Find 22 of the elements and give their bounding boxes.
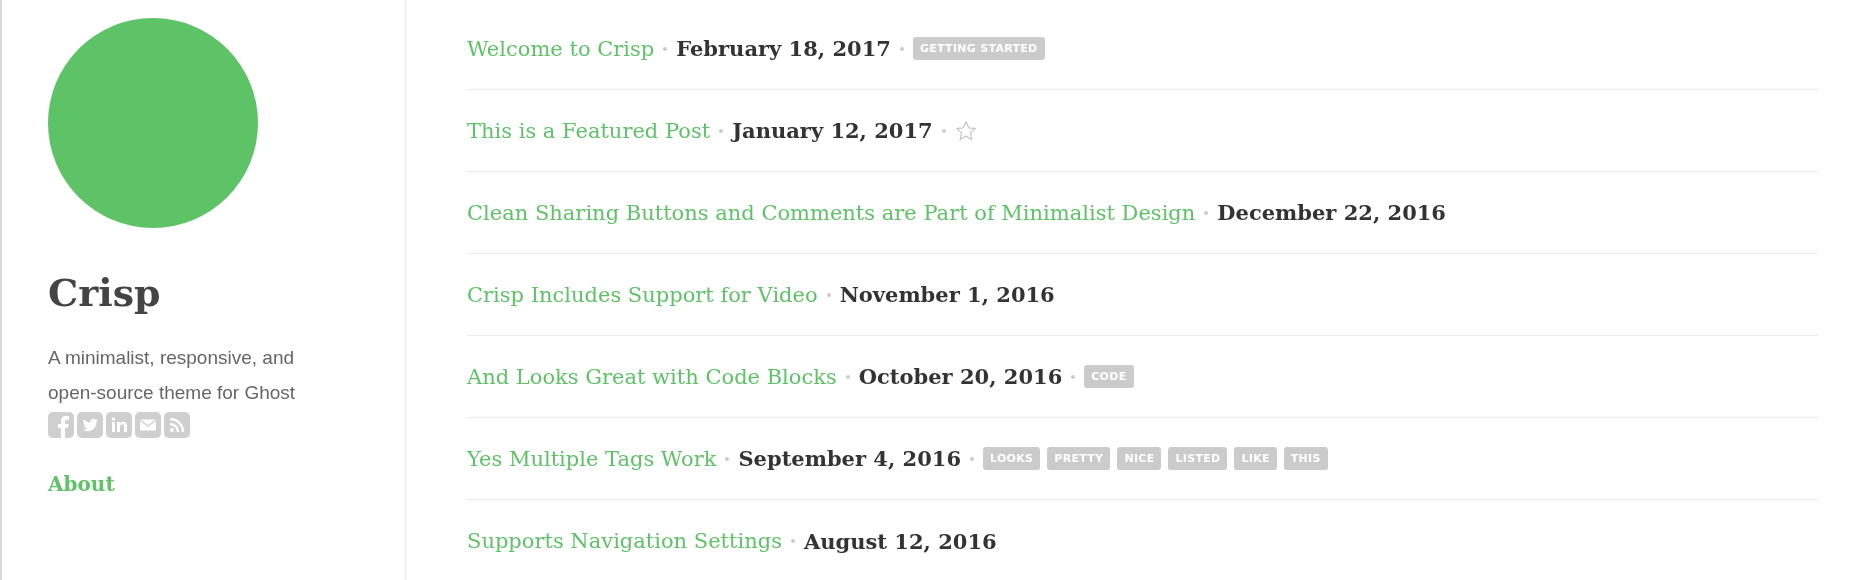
post-title-link[interactable]: Supports Navigation Settings [467,529,782,553]
site-description: A minimalist, responsive, and open-source theme for Ghost [48,345,297,405]
post-title-link[interactable]: Clean Sharing Buttons and Comments are Part of Minimalist Design [467,200,1196,225]
post-title-link[interactable]: Yes Multiple Tags Work [467,446,717,471]
post-date: December 22, 2016 [1217,200,1446,225]
letter-f-icon[interactable] [48,411,74,438]
post-date: August 12, 2016 [803,528,997,554]
post-date: February 18, 2017 [676,36,891,61]
nav-link[interactable]: About [48,471,115,496]
post-date: January 12, 2017 [732,118,933,143]
bird-icon[interactable] [77,411,103,438]
post-title-link[interactable]: Crisp Includes Support for Video [467,282,818,307]
post-title-link[interactable]: And Looks Great with Code Blocks [467,364,837,389]
in-icon[interactable] [106,411,132,438]
envelope-icon[interactable] [135,411,161,438]
post-title-link[interactable]: Welcome to Crisp [467,36,655,61]
post-date: September 4, 2016 [738,446,962,471]
rss-icon[interactable] [164,411,190,438]
post-title-link[interactable]: This is a Featured Post [467,118,711,143]
site-title: Crisp [48,272,162,314]
post-date: November 1, 2016 [839,282,1055,307]
post-date: October 20, 2016 [858,364,1063,389]
